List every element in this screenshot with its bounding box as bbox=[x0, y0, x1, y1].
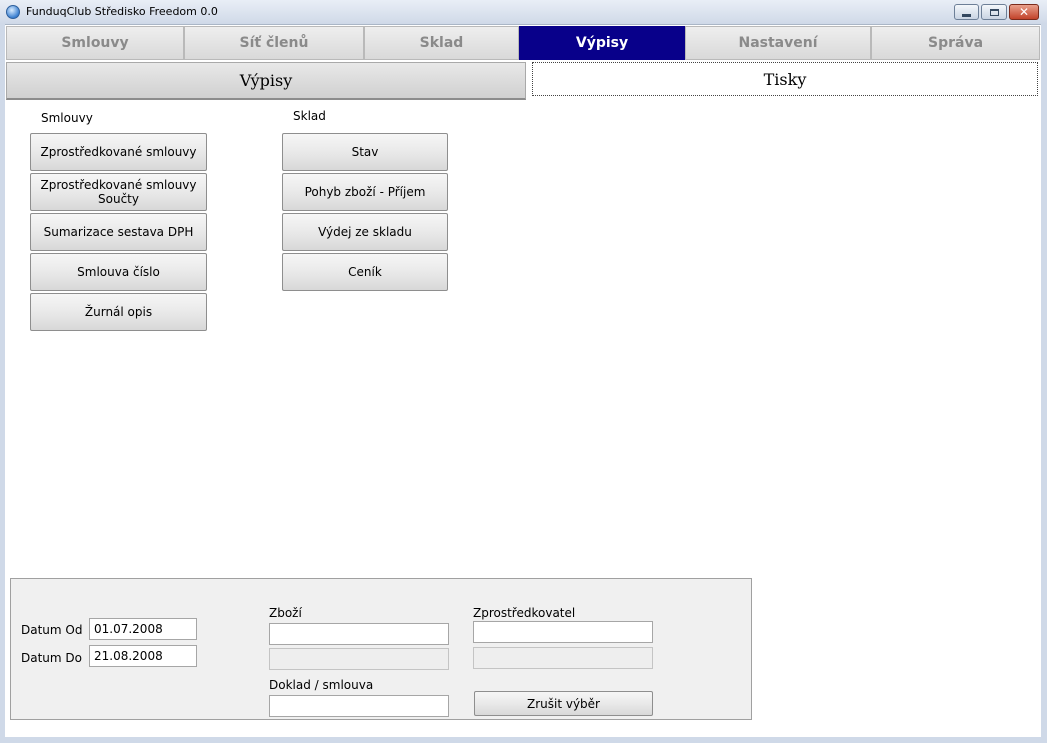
tab-vypisy[interactable]: Výpisy bbox=[519, 26, 685, 60]
maximize-button[interactable] bbox=[981, 4, 1007, 20]
zprostredkovatel-detail-field bbox=[473, 647, 653, 669]
tab-sklad[interactable]: Sklad bbox=[364, 26, 519, 60]
title-bar: FunduqClub Středisko Freedom 0.0 ✕ bbox=[0, 0, 1047, 25]
zprostredkovane-smlouvy-button[interactable]: Zprostředkované smlouvy bbox=[30, 133, 207, 171]
tab-smlouvy[interactable]: Smlouvy bbox=[6, 26, 184, 60]
maximize-icon bbox=[989, 8, 999, 16]
vydej-ze-skladu-button[interactable]: Výdej ze skladu bbox=[282, 213, 448, 251]
sklad-heading: Sklad bbox=[293, 109, 326, 123]
tab-sprava[interactable]: Správa bbox=[871, 26, 1040, 60]
close-button[interactable]: ✕ bbox=[1009, 4, 1039, 20]
cenik-button[interactable]: Ceník bbox=[282, 253, 448, 291]
close-icon: ✕ bbox=[1018, 5, 1030, 19]
sumarizace-dph-button[interactable]: Sumarizace sestava DPH bbox=[30, 213, 207, 251]
datum-do-field[interactable] bbox=[89, 645, 197, 667]
zurnal-opis-button[interactable]: Žurnál opis bbox=[30, 293, 207, 331]
window-frame-bottom bbox=[0, 737, 1047, 743]
doklad-smlouva-label: Doklad / smlouva bbox=[269, 678, 374, 692]
zprostredkovatel-label: Zprostředkovatel bbox=[473, 606, 576, 620]
window-frame-right bbox=[1041, 24, 1047, 743]
minimize-icon bbox=[962, 13, 971, 17]
window-frame-left bbox=[0, 24, 5, 743]
zbozi-label: Zboží bbox=[269, 606, 302, 620]
datum-do-label: Datum Do bbox=[21, 651, 82, 665]
zrusit-vyber-button[interactable]: Zrušit výběr bbox=[474, 691, 653, 716]
stav-button[interactable]: Stav bbox=[282, 133, 448, 171]
datum-od-label: Datum Od bbox=[21, 623, 83, 637]
smlouva-cislo-button[interactable]: Smlouva číslo bbox=[30, 253, 207, 291]
filter-panel: Datum Od Datum Do Zboží Zprostředkovatel… bbox=[10, 578, 752, 720]
minimize-button[interactable] bbox=[954, 4, 979, 20]
zprostredkovatel-field[interactable] bbox=[473, 621, 653, 643]
datum-od-field[interactable] bbox=[89, 618, 197, 640]
doklad-smlouva-field[interactable] bbox=[269, 695, 449, 717]
subtab-tisky[interactable]: Tisky bbox=[532, 62, 1038, 96]
zbozi-detail-field bbox=[269, 648, 449, 670]
pohyb-zbozi-prijem-button[interactable]: Pohyb zboží - Příjem bbox=[282, 173, 448, 211]
app-globe-icon bbox=[6, 5, 20, 19]
window-title: FunduqClub Středisko Freedom 0.0 bbox=[26, 5, 218, 18]
tab-nastaveni[interactable]: Nastavení bbox=[685, 26, 871, 60]
subtab-vypisy[interactable]: Výpisy bbox=[6, 62, 526, 100]
tab-sit-clenu[interactable]: Síť členů bbox=[184, 26, 364, 60]
smlouvy-heading: Smlouvy bbox=[41, 111, 93, 125]
zbozi-field[interactable] bbox=[269, 623, 449, 645]
zprostredkovane-smlouvy-soucty-button[interactable]: Zprostředkované smlouvy Součty bbox=[30, 173, 207, 211]
